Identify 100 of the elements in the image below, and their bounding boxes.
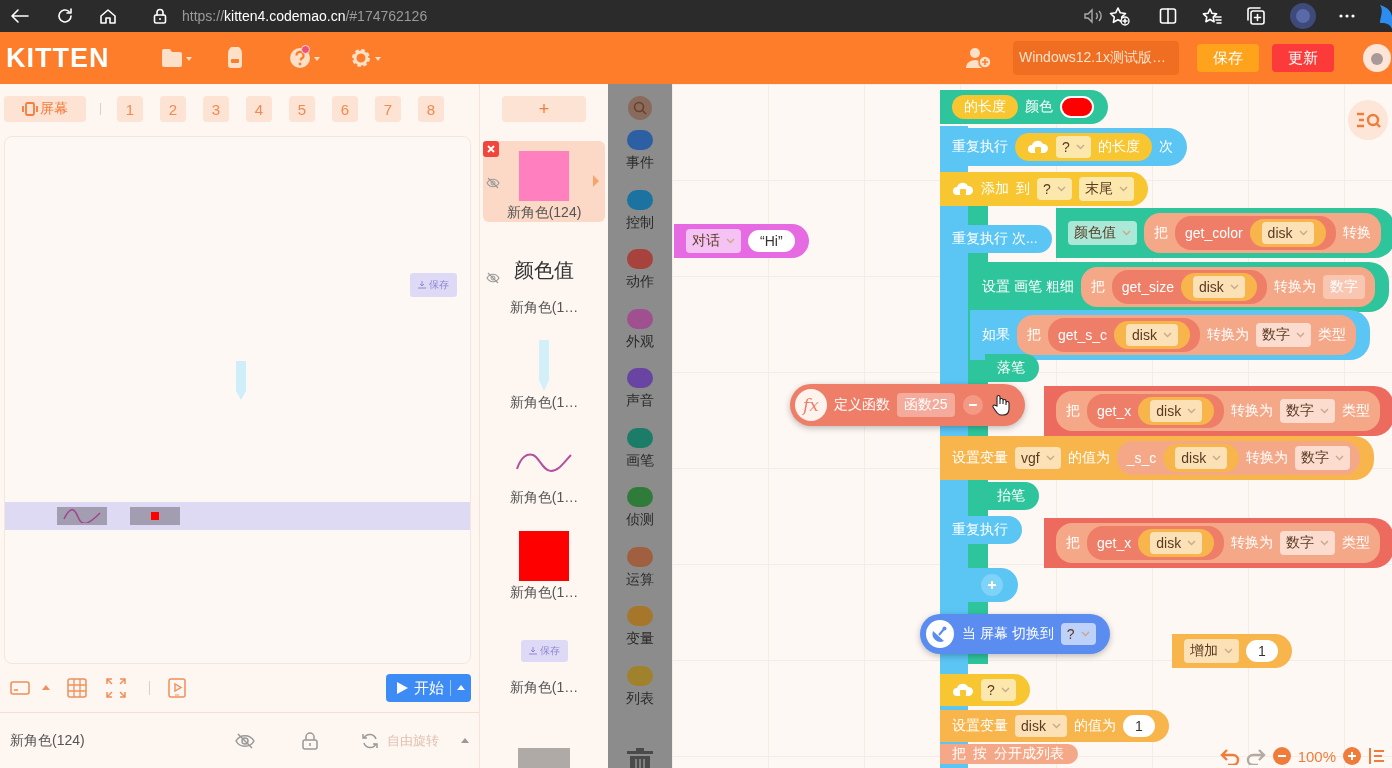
category-item[interactable]: 控制 [626,189,654,249]
zoom-in-icon[interactable] [1342,746,1362,766]
user-avatar[interactable] [1362,43,1392,73]
dropdown[interactable]: ? [1056,136,1091,158]
reload-icon[interactable] [56,7,74,25]
code-block[interactable]: 把 get_x disk 转换为 数字 类型 [1044,386,1392,436]
align-icon[interactable] [1368,747,1386,765]
help-menu-icon[interactable] [288,47,321,69]
search-icon[interactable] [628,96,652,120]
dropdown[interactable]: 数字 [1280,531,1336,555]
code-block[interactable]: 把 get_x disk 转换为 数字 类型 [1044,518,1392,568]
code-block[interactable]: 增加 1 [1172,634,1292,668]
settings-menu-icon[interactable] [349,47,382,69]
code-block[interactable]: 设置变量 disk 的值为 1 [940,710,1169,742]
input-field[interactable]: “Hi” [748,230,795,252]
dropdown[interactable]: ? [981,679,1016,701]
reporter-block[interactable]: 把 get_size disk 转换为 数字 [1080,267,1375,307]
input-field[interactable]: 1 [1122,715,1155,737]
split-screen-icon[interactable] [1159,7,1177,25]
sprite-card[interactable]: 新角色(1… [483,521,605,602]
code-block[interactable]: 对话 “Hi” [674,224,809,258]
dropdown[interactable]: disk [1261,222,1314,244]
trash-icon[interactable] [626,748,654,768]
more-icon[interactable] [1338,13,1356,19]
reporter-block[interactable]: ? 的长度 [1015,133,1152,161]
sprite-card[interactable]: 新角色(124) [483,141,605,222]
redo-icon[interactable] [1245,747,1266,765]
dropdown[interactable]: disk [1015,715,1067,737]
url-text[interactable]: https://kitten4.codemao.cn/#174762126 [182,8,428,24]
category-item[interactable]: 事件 [626,130,654,190]
back-icon[interactable] [10,7,30,25]
reporter-block[interactable]: get_x disk [1087,394,1225,428]
color-swatch[interactable] [1060,96,1094,118]
preview-screen-icon[interactable] [168,678,186,699]
reporter-block[interactable]: 把 get_x disk 转换为 数字 类型 [1056,391,1381,431]
category-item[interactable]: 声音 [626,368,654,428]
dropdown[interactable]: disk [1192,276,1245,298]
reporter-block[interactable]: get_color disk [1175,216,1336,250]
category-item[interactable]: 侦测 [626,487,654,547]
caret-icon[interactable] [593,175,599,187]
visibility-off-icon[interactable] [486,177,500,189]
dropdown[interactable]: vgf [1015,447,1061,469]
list-search-icon[interactable] [1348,100,1388,140]
fullscreen-icon[interactable] [106,678,126,699]
reporter-block[interactable]: 把 get_x disk 转换为 数字 类型 [1056,523,1381,563]
sprite-card[interactable]: 新角色(1… [483,426,605,507]
category-item[interactable]: 运算 [626,546,654,606]
reporter-block[interactable]: disk [1180,273,1257,301]
reporter-block[interactable]: 把 get_color disk 转换 [1144,213,1381,253]
hat-block[interactable]: 当 屏幕 切换到 ? [920,614,1110,654]
category-item[interactable]: 外观 [626,308,654,368]
rotate-icon[interactable] [361,731,379,750]
reporter-block[interactable]: _s_c disk 转换为 数字 [1116,441,1361,475]
dropdown[interactable]: 增加 [1184,639,1239,663]
stage-size-icon[interactable] [10,681,30,696]
code-block[interactable]: 如果 把 get_s_c disk 转换为 数字 类型 [970,310,1370,360]
undo-icon[interactable] [1219,747,1240,765]
category-item[interactable]: 动作 [626,249,654,309]
reporter-block[interactable]: disk [1249,219,1326,247]
dropdown[interactable]: ? [1060,623,1096,645]
add-user-icon[interactable] [965,47,993,69]
delete-icon[interactable] [483,141,499,157]
plus-icon[interactable] [980,573,1004,597]
dropdown[interactable]: disk [1126,324,1178,346]
caret-icon[interactable] [42,685,50,692]
dropdown[interactable]: disk [1150,532,1203,554]
reporter-block[interactable]: disk [1163,444,1240,472]
profile-avatar-icon[interactable] [1290,3,1316,29]
dropdown[interactable]: 数字 [1280,399,1336,423]
code-block[interactable]: ? [940,674,1030,706]
dropdown[interactable]: ? [1037,178,1072,200]
code-block[interactable]: 添加 到 ? 末尾 [940,172,1148,206]
reporter-block[interactable]: disk [1138,397,1215,425]
dropdown[interactable]: disk [1175,447,1228,469]
read-aloud-icon[interactable] [1083,7,1105,25]
category-item[interactable]: 列表 [626,665,654,725]
update-button[interactable]: 更新 [1272,44,1334,72]
home-icon[interactable] [99,7,117,25]
dropdown[interactable]: 颜色值 [1068,221,1137,245]
reporter-block[interactable]: get_x disk [1087,526,1225,560]
reporter-block[interactable]: 把 get_s_c disk 转换为 数字 类型 [1017,315,1356,355]
dropdown[interactable]: 对话 [686,229,741,253]
dropdown[interactable]: 数字 [1255,323,1311,347]
lock-icon[interactable] [301,731,319,750]
caret-icon[interactable] [461,737,469,744]
grid-icon[interactable] [67,678,87,699]
reporter-block[interactable]: disk [1138,529,1215,557]
visibility-off-icon[interactable] [235,731,255,750]
reporter-block[interactable]: get_s_c disk [1048,318,1200,352]
dropdown[interactable]: disk [1150,400,1203,422]
reporter-block[interactable]: disk [1114,321,1190,349]
input-field[interactable]: 1 [1246,640,1278,662]
collections-icon[interactable] [1246,6,1266,26]
zoom-out-icon[interactable] [1271,746,1292,766]
minus-icon[interactable] [961,394,984,416]
code-block[interactable]: 颜色值 把 get_color disk 转换 [1056,208,1392,258]
folder-menu-icon[interactable] [161,49,192,67]
category-item[interactable]: 画笔 [626,427,654,487]
dropdown[interactable]: 数字 [1295,446,1351,470]
code-block[interactable]: 设置变量 vgf 的值为 _s_c disk 转换为 数字 [940,436,1375,480]
